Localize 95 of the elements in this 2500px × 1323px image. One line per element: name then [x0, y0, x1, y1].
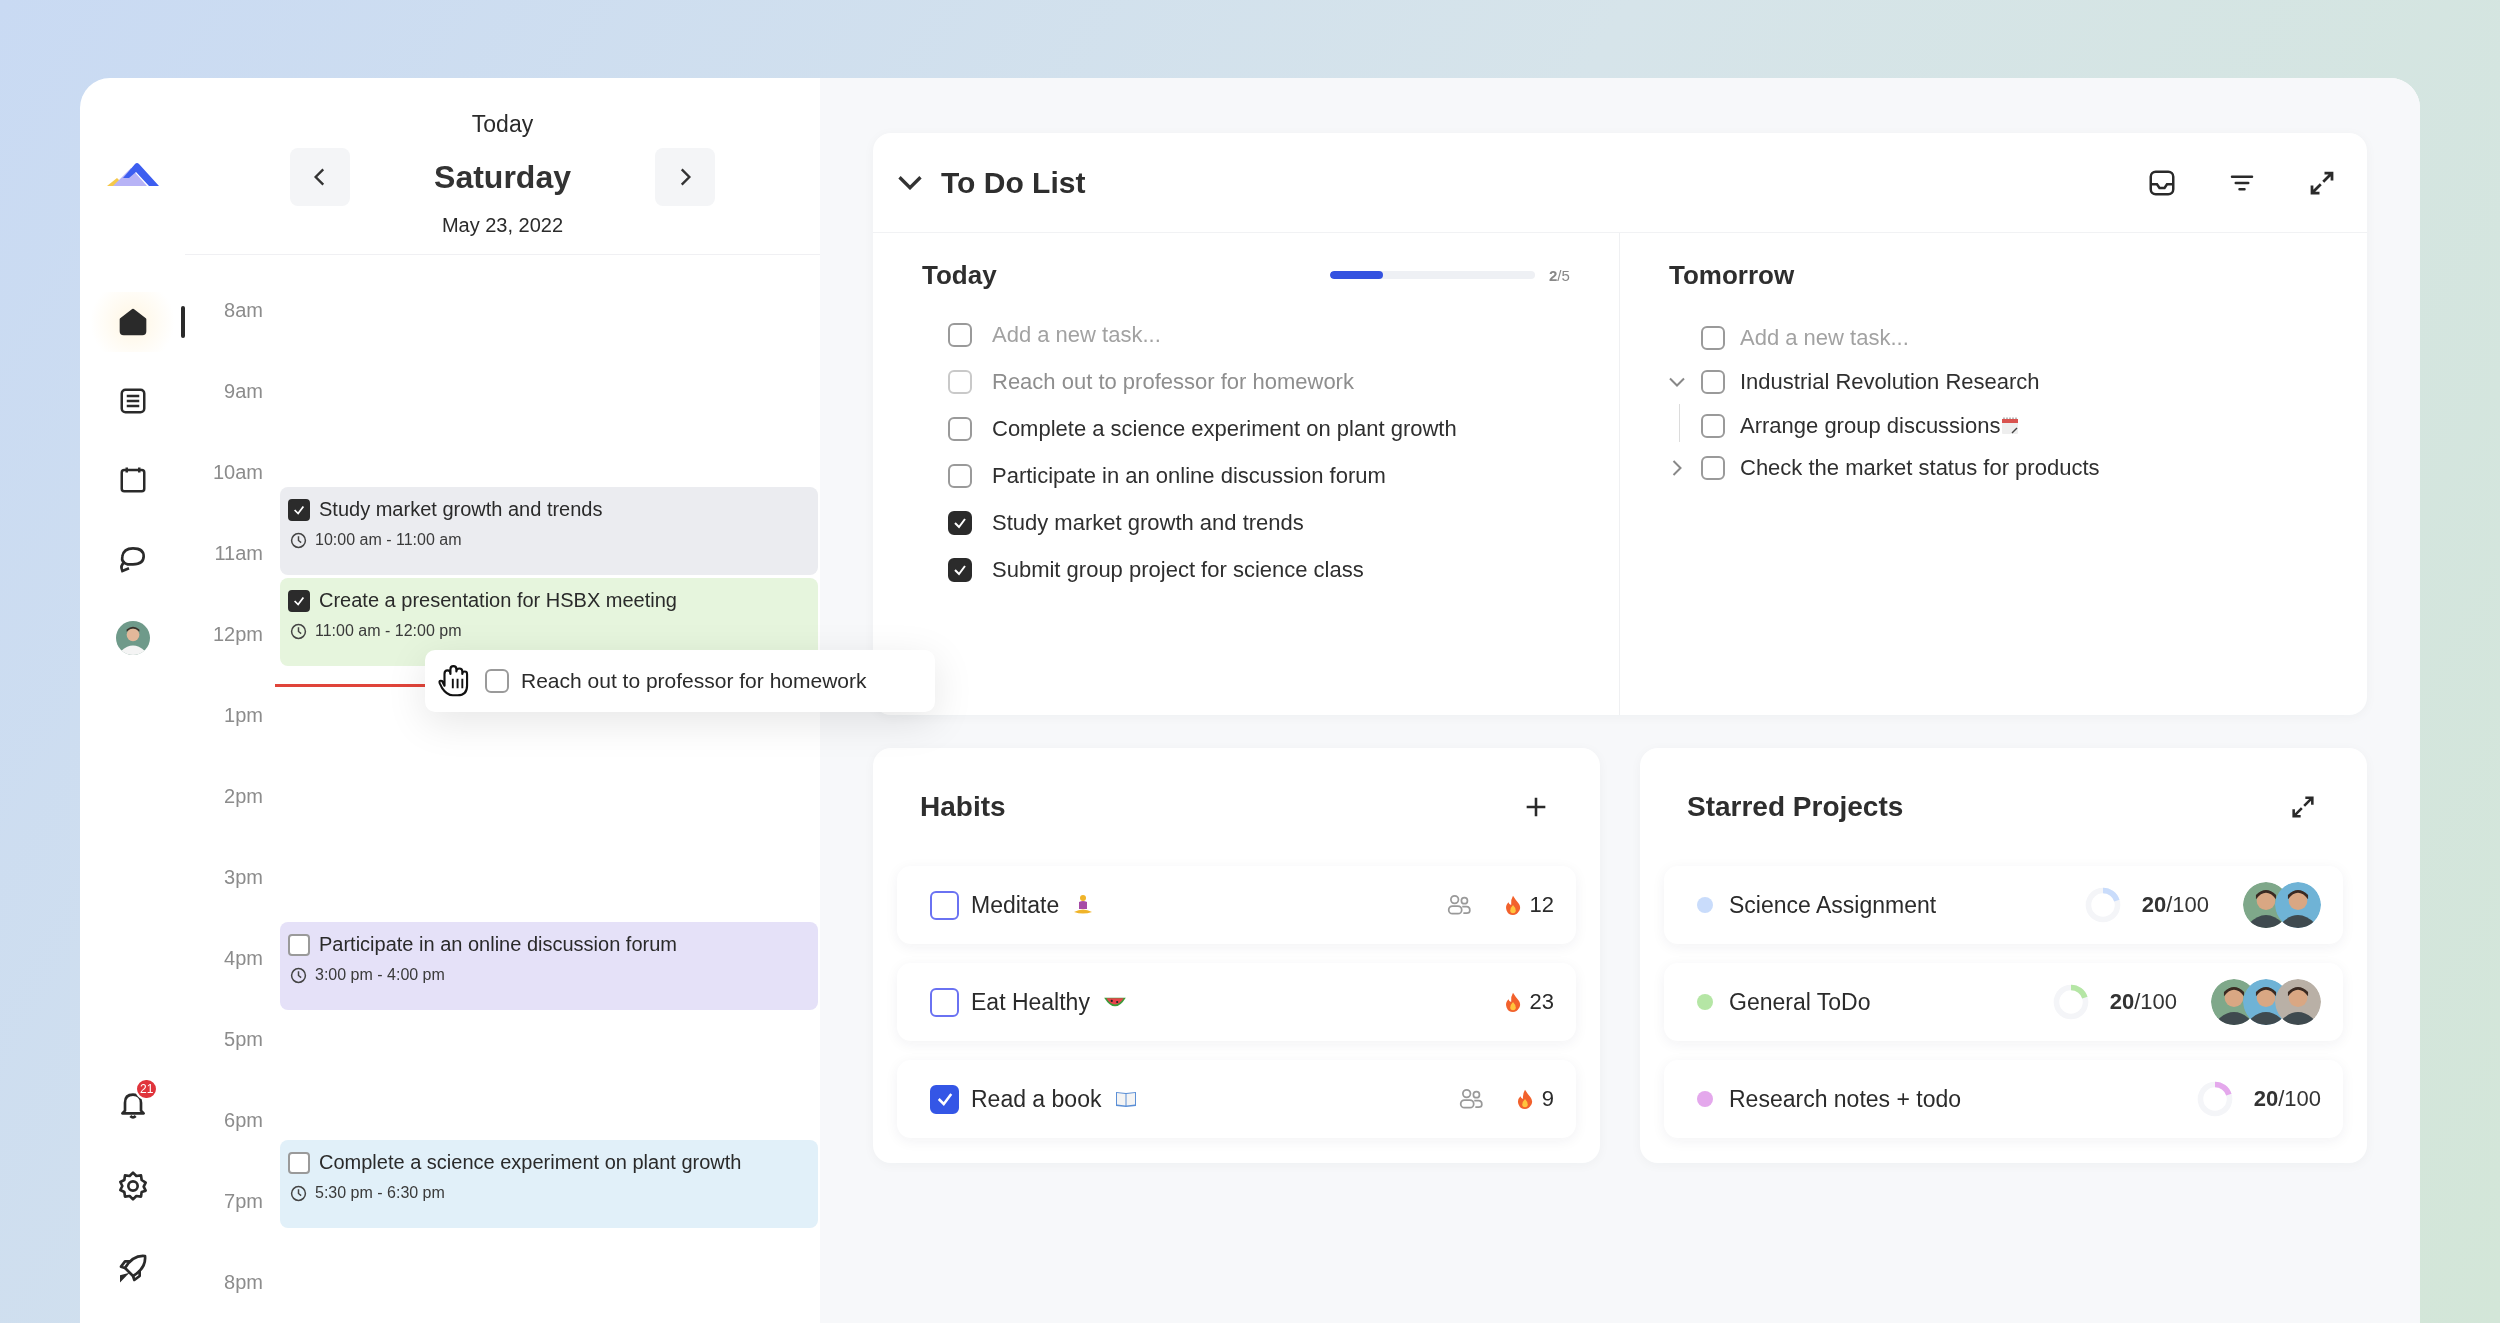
hour-label: 6pm	[223, 1109, 263, 1132]
checkbox[interactable]	[288, 589, 310, 612]
hour-label: 8pm	[223, 1271, 263, 1294]
checkbox[interactable]	[948, 417, 972, 441]
checkbox[interactable]	[930, 987, 959, 1017]
checkbox[interactable]	[948, 464, 972, 488]
checkbox[interactable]	[1701, 370, 1725, 394]
task-text: Participate in an online discussion forum	[992, 463, 1386, 489]
project-row[interactable]: Science Assignment 20/100	[1664, 866, 2343, 944]
date-label: May 23, 2022	[441, 214, 564, 237]
clock-icon	[290, 966, 307, 984]
event-time: 11:00 am - 12:00 pm	[315, 622, 462, 640]
notifications-button[interactable]: 21	[80, 1074, 185, 1134]
notification-badge: 21	[135, 1078, 159, 1100]
clock-icon	[290, 622, 307, 640]
streak-count: 12	[1529, 892, 1554, 918]
notepad-icon	[2000, 416, 2021, 436]
task-text: Reach out to professor for homework	[992, 369, 1354, 395]
hour-label: 4pm	[223, 947, 263, 970]
checkbox[interactable]	[1701, 326, 1725, 350]
task-text: Submit group project for science class	[992, 557, 1364, 583]
event-title: Participate in an online discussion forum	[319, 933, 677, 956]
new-task-field[interactable]: Add a new task...	[992, 322, 1392, 348]
project-row[interactable]: General ToDo 20/100	[1664, 963, 2343, 1041]
hour-label: 5pm	[223, 1028, 263, 1051]
document-icon	[117, 386, 148, 416]
chevron-down-icon	[898, 175, 922, 190]
event-card[interactable]: Study market growth and trends 10:00 am - 11:00 am	[280, 487, 818, 575]
habit-row[interactable]: Eat Healthy 23	[897, 963, 1576, 1041]
clock-icon	[290, 531, 307, 549]
checkbox[interactable]	[1701, 456, 1725, 480]
progress-count: 2/5	[1549, 266, 1571, 284]
hour-label: 8am	[223, 299, 263, 322]
card-title: To Do List	[941, 165, 1086, 200]
checkbox[interactable]	[930, 890, 959, 920]
habit-row[interactable]: Read a book 9	[897, 1060, 1576, 1138]
streak-count: 9	[1541, 1086, 1554, 1112]
project-name: Science Assignment	[1729, 891, 1937, 919]
checkbox[interactable]	[948, 558, 972, 582]
event-card[interactable]: Participate in an online discussion forum 3:00 pm - 4:00 pm	[280, 922, 818, 1010]
progress-count: 20/100	[2109, 989, 2177, 1015]
event-title: Create a presentation for HSBX meeting	[319, 589, 677, 612]
hour-label: 7pm	[223, 1190, 263, 1213]
new-task-field[interactable]: Add a new task...	[1740, 325, 2140, 351]
hour-label: 9am	[223, 380, 263, 403]
habit-name: Meditate	[971, 891, 1060, 919]
task-text: Reach out to professor for homework	[521, 669, 867, 693]
habit-name: Eat Healthy	[971, 988, 1090, 1016]
checkbox[interactable]	[288, 933, 310, 956]
event-title: Study market growth and trends	[319, 498, 603, 521]
checkbox[interactable]	[1701, 414, 1725, 438]
event-title: Complete a science experiment on plant growth	[319, 1151, 742, 1174]
card-title: Starred Projects	[1687, 791, 1904, 823]
hour-label: 3pm	[223, 866, 263, 889]
hour-label: 11am	[213, 542, 263, 565]
hour-label: 2pm	[223, 785, 263, 808]
event-time: 3:00 pm - 4:00 pm	[315, 966, 445, 984]
settings-icon	[116, 1170, 149, 1202]
project-row[interactable]: Research notes + todo 20/100	[1664, 1060, 2343, 1138]
task-text: Study market growth and trends	[992, 510, 1304, 536]
clock-icon	[290, 1184, 307, 1202]
checkbox[interactable]	[930, 1084, 959, 1114]
day-title: Saturday	[434, 158, 571, 196]
hour-label: 1pm	[223, 704, 263, 727]
hour-label: 10am	[211, 461, 263, 484]
task-text: Arrange group discussions	[1740, 413, 2001, 439]
checkbox[interactable]	[948, 323, 972, 347]
habit-name: Read a book	[971, 1085, 1102, 1113]
checkbox[interactable]	[485, 669, 509, 693]
event-card[interactable]: Complete a science experiment on plant growth 5:30 pm - 6:30 pm	[280, 1140, 818, 1228]
calendar-icon	[117, 465, 148, 495]
progress-count: 20/100	[2253, 1086, 2321, 1112]
column-title: Today	[922, 259, 997, 291]
expand-toggle-icon[interactable]	[1669, 377, 1685, 387]
streak-count: 23	[1529, 989, 1554, 1015]
event-time: 5:30 pm - 6:30 pm	[315, 1184, 445, 1202]
task-text: Industrial Revolution Research	[1740, 369, 2040, 395]
project-name: Research notes + todo	[1729, 1085, 1962, 1113]
task-text: Complete a science experiment on plant growth	[992, 416, 1457, 442]
active-indicator	[181, 306, 185, 338]
hour-label: 12pm	[211, 623, 263, 646]
checkbox[interactable]	[948, 511, 972, 535]
today-label: Today	[471, 111, 534, 138]
habit-row[interactable]: Meditate 12	[897, 866, 1576, 944]
expand-icon	[2289, 793, 2317, 821]
column-title: Tomorrow	[1669, 259, 1795, 291]
card-title: Habits	[920, 791, 1006, 823]
event-time: 10:00 am - 11:00 am	[315, 531, 462, 549]
task-text: Check the market status for products	[1740, 455, 2100, 481]
checkbox[interactable]	[288, 1151, 310, 1174]
progress-count: 20/100	[2141, 892, 2209, 918]
project-name: General ToDo	[1729, 988, 1871, 1016]
expand-toggle-icon[interactable]	[1672, 460, 1682, 476]
dragged-task-tooltip[interactable]: Reach out to professor for homework	[425, 650, 935, 712]
checkbox[interactable]	[288, 498, 310, 521]
